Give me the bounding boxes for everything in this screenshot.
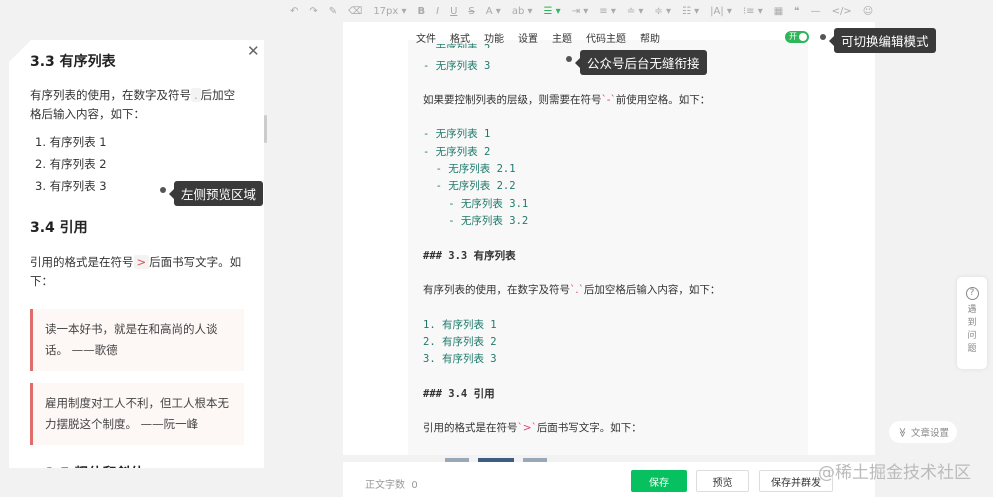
text: 后面书写文字。如下： [536,422,642,434]
editor-line: 如果要控制列表的层级，则需要在符号`-`前使用空格。如下： [423,92,710,107]
help-button[interactable]: ? 遇 到 问 题 [957,277,987,369]
menu-settings[interactable]: 设置 [518,30,538,45]
inline-code: . [191,88,201,102]
word-count-label: 正文字数 [365,480,405,491]
chevron-down-double-icon: ≫ [896,427,908,437]
editor-line: 有序列表的使用，在数字及符号`.`后加空格后输入内容，如下： [423,282,720,297]
watermark: @稀土掘金技术社区 [818,463,971,483]
preview-heading-3-4: 3.4 引用 [30,220,88,236]
list-item: 3. 有序列表 3 [35,179,107,193]
editor-line: - 无序列表 1 [423,128,491,140]
preview-paragraph: 引用的格式是在符号 > 后面书写文字。如下： [30,253,245,291]
indent-icon[interactable]: ⇥ ▾ [572,6,589,17]
tooltip-dot [820,34,826,40]
inline-code: `.` [570,284,584,296]
page-fold-corner [9,40,31,62]
text: 有序列表的使用，在数字及符号 [30,88,191,102]
edit-mode-toggle[interactable]: 开 [785,31,809,43]
preview-heading-3-3: 3.3 有序列表 [30,54,116,70]
tooltip-dot [160,187,166,193]
text: 引用的格式是在符号 [423,422,518,434]
word-count-value: 0 [411,480,418,491]
align-icon[interactable]: ☰ ▾ [544,6,561,17]
horizontal-rule-icon[interactable]: — [811,6,821,17]
code-icon[interactable]: </> [832,6,852,17]
close-icon[interactable]: ✕ [247,42,260,60]
bold-icon[interactable]: B [418,6,426,17]
list-icon[interactable]: ⁝≡ ▾ [743,6,763,17]
emoji-icon[interactable]: ☺ [863,6,873,17]
line-height-icon[interactable]: ≡ ▾ [599,6,616,17]
paragraph-before-icon[interactable]: ≐ ▾ [627,6,644,17]
editor-line: 3. 有序列表 3 [423,353,497,365]
help-label: 到 [967,318,977,328]
preview-heading-3-5: 3.5 粗体和斜体 [45,463,145,468]
underline-icon[interactable]: U [450,6,457,17]
help-label: 题 [967,344,977,354]
text: 引用的格式是在符号 [30,255,134,269]
editor-line: ### 3.3 有序列表 [423,250,516,262]
editor-line: - 无序列表 2 [423,41,490,48]
table-icon[interactable]: ▦ [774,6,783,17]
italic-icon[interactable]: I [436,6,439,17]
editor-line: - 无序列表 3.1 [423,198,529,210]
article-settings-button[interactable]: ≫ 文章设置 [889,421,957,443]
font-size-select[interactable]: 17px ▾ [373,6,406,17]
font-color-icon[interactable]: A ▾ [486,6,501,17]
tooltip-edit-mode: 可切换编辑模式 [829,28,936,53]
blockquote: 读一本好书，就是在和高尚的人谈话。 ——歌德 [30,309,244,371]
clear-format-icon[interactable]: ⌫ [348,6,362,17]
format-toolbar: ↶ ↷ ✎ ⌫ 17px ▾ B I U S A ▾ ab ▾ ☰ ▾ ⇥ ▾ … [290,0,873,22]
menu-help[interactable]: 帮助 [640,30,660,45]
text: 前使用空格。如下： [615,94,711,106]
editor-line: - 无序列表 3 [423,60,491,72]
undo-icon[interactable]: ↶ [290,6,298,17]
tooltip-left-preview: 左侧预览区域 [168,181,264,206]
inline-code: `>` [517,422,537,434]
article-settings-label: 文章设置 [910,428,949,439]
strikethrough-icon[interactable]: S [468,6,474,17]
word-count: 正文字数 0 [365,476,418,491]
paragraph-after-icon[interactable]: ≑ ▾ [654,6,671,17]
background-color-icon[interactable]: ab ▾ [512,6,533,17]
list-item: 1. 有序列表 1 [35,135,107,149]
format-painter-icon[interactable]: ✎ [329,6,337,17]
text: 如果要控制列表的层级，则需要在符号 [423,94,602,106]
help-label: 问 [967,331,977,341]
editor-line: - 无序列表 2.1 [423,163,516,175]
menu-theme[interactable]: 主题 [552,30,572,45]
editor-line: 1. 有序列表 1 [423,319,497,331]
save-button[interactable]: 保存 [631,470,687,492]
text: 后加空格后输入内容，如下： [583,284,721,296]
tooltip-dot [566,56,572,62]
preview-paragraph: 有序列表的使用，在数字及符号. 后加空格后输入内容，如下： [30,86,245,124]
editor-line: 2. 有序列表 2 [423,336,497,348]
quote-icon[interactable]: ❝ [794,6,799,17]
menu-code-theme[interactable]: 代码主题 [586,30,626,45]
tooltip-wechat: 公众号后台无缝衔接 [575,50,707,75]
inline-code: > [133,255,150,269]
letter-spacing-icon[interactable]: |A| ▾ [710,6,732,17]
editor-line: - 无序列表 2.2 [423,180,516,192]
preview-scrollbar[interactable] [264,115,267,143]
spacing-icon[interactable]: ☷ ▾ [682,6,699,17]
list-item: 2. 有序列表 2 [35,157,107,171]
question-icon: ? [965,287,979,300]
editor-line: 引用的格式是在符号`>`后面书写文字。如下： [423,420,642,435]
blockquote: 雇用制度对工人不利，但工人根本无力摆脱这个制度。 ——阮一峰 [30,383,244,445]
redo-icon[interactable]: ↷ [309,6,317,17]
help-label: 遇 [967,305,977,315]
editor-line: - 无序列表 3.2 [423,215,529,227]
preview-button[interactable]: 预览 [696,470,749,492]
text: 有序列表的使用，在数字及符号 [423,284,570,296]
editor-line: - 无序列表 2 [423,146,491,158]
editor-line: ### 3.4 引用 [423,388,495,400]
inline-code: `-` [601,94,616,106]
